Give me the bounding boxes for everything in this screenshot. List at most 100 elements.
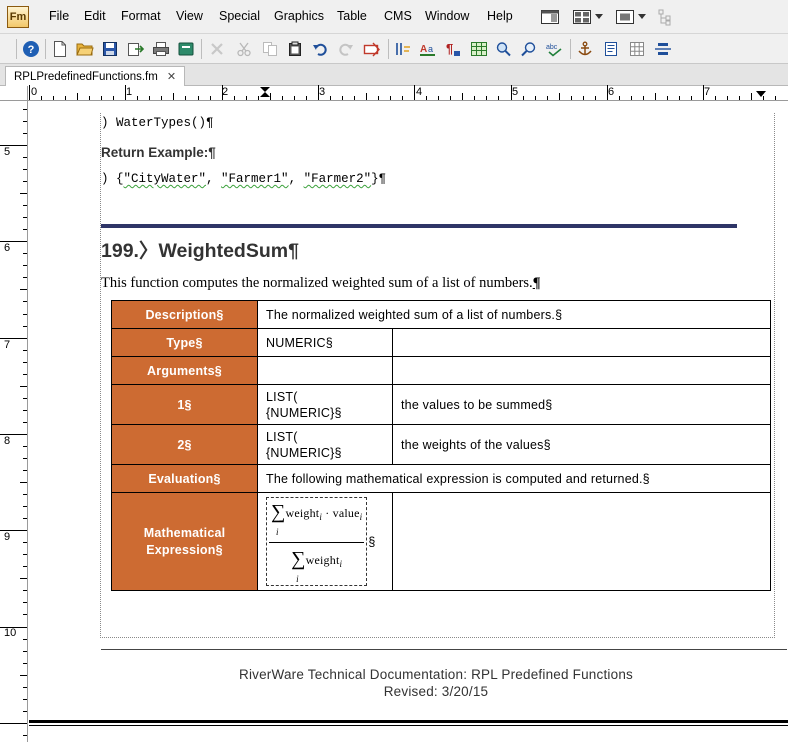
ruler-tick <box>23 301 27 303</box>
screen-mode-button[interactable] <box>615 7 646 27</box>
open-button[interactable] <box>76 40 94 58</box>
export-button[interactable] <box>127 40 145 58</box>
insert-table-button[interactable] <box>470 40 488 58</box>
redo-button[interactable] <box>337 40 355 58</box>
ruler-number: 4 <box>416 86 423 98</box>
print-button[interactable] <box>152 40 170 58</box>
spell-check-icon: abc <box>546 44 562 57</box>
character-format-button[interactable]: Aa <box>419 40 437 58</box>
toolbar-separator <box>388 39 389 59</box>
ruler-tick <box>23 120 27 122</box>
horizontal-ruler[interactable]: 0 1 2 3 4 5 6 7 <box>28 85 788 101</box>
ruler-tick <box>23 734 27 736</box>
cut-button[interactable] <box>235 40 253 58</box>
arg1-type-line: LIST( <box>266 389 298 404</box>
ruler-tick <box>23 157 27 159</box>
table-row: 2§ LIST({NUMERIC}§ the weights of the va… <box>111 424 771 465</box>
copy-button[interactable] <box>261 40 279 58</box>
arguments-empty-cell[interactable] <box>257 356 393 385</box>
ruler-tick <box>23 457 27 459</box>
ruler-tick <box>23 361 27 363</box>
text-cursor[interactable]: ¶ <box>533 275 541 291</box>
save-button[interactable] <box>101 40 119 58</box>
ruler-tick <box>125 85 127 100</box>
ruler-tick <box>89 96 91 100</box>
ruler-number: 10 <box>4 627 17 639</box>
ruler-tick <box>173 93 175 100</box>
arg2-type-line: {NUMERIC}§ <box>266 445 342 460</box>
math-equation[interactable]: ∑ i weighti · valuei ∑ i weighti <box>266 497 368 586</box>
ruler-tick <box>691 96 693 100</box>
menu-special[interactable]: Special <box>219 9 260 23</box>
right-indent-marker-icon[interactable] <box>755 90 767 98</box>
return-example-label: Return Example:¶ <box>101 145 216 160</box>
document-tab[interactable]: RPLPredefinedFunctions.fm ✕ <box>5 66 186 86</box>
arguments-empty-cell[interactable] <box>392 356 771 385</box>
ruler-tick <box>341 96 343 100</box>
footer-title: RiverWare Technical Documentation: RPL P… <box>239 667 633 682</box>
math-empty-cell[interactable] <box>392 492 771 591</box>
structure-view-button[interactable] <box>657 7 673 27</box>
math-denominator: ∑ i weighti <box>271 543 362 584</box>
new-document-button[interactable] <box>51 40 69 58</box>
clear-button[interactable] <box>208 40 226 58</box>
document-tab-label: RPLPredefinedFunctions.fm <box>14 70 158 83</box>
close-icon[interactable]: ✕ <box>167 70 176 83</box>
ruler-tick <box>23 662 27 664</box>
text-frame-button[interactable] <box>602 40 620 58</box>
description-value[interactable]: The normalized weighted sum of a list of… <box>257 300 771 329</box>
book-button[interactable] <box>177 40 195 58</box>
ruler-tick <box>23 217 27 219</box>
character-format-icon: Aa <box>420 44 435 56</box>
arg1-type[interactable]: LIST({NUMERIC}§ <box>257 384 393 425</box>
ruler-tick <box>462 93 464 100</box>
paragraph-designer-button[interactable]: ¶ <box>444 40 462 58</box>
evaluation-value[interactable]: The following mathematical expression is… <box>257 464 771 493</box>
find-button[interactable] <box>495 40 513 58</box>
ruler-number: 1 <box>126 86 133 98</box>
ruler-tick <box>23 566 27 568</box>
ruler-tick <box>438 96 440 100</box>
menu-help[interactable]: Help <box>487 9 513 23</box>
arg2-type[interactable]: LIST({NUMERIC}§ <box>257 424 393 465</box>
spell-check-button[interactable]: abc <box>546 40 564 58</box>
import-button[interactable] <box>363 40 381 58</box>
math-expression-cell[interactable]: ∑ i weighti · valuei ∑ i weighti § <box>257 492 393 591</box>
term-subscript: i <box>359 512 363 523</box>
paragraph-format-button[interactable] <box>394 40 412 58</box>
menu-cms[interactable]: CMS <box>384 9 412 23</box>
vertical-ruler[interactable]: 5 6 7 8 9 10 <box>0 101 28 742</box>
document-page[interactable]: ) WaterTypes()¶ Return Example:¶ ) {"Cit… <box>29 101 788 742</box>
menu-graphics[interactable]: Graphics <box>274 9 324 23</box>
undo-button[interactable] <box>311 40 329 58</box>
arg1-description[interactable]: the values to be summed§ <box>392 384 771 425</box>
arg1-type-line: {NUMERIC}§ <box>266 405 342 420</box>
type-empty-cell[interactable] <box>392 328 771 357</box>
ruler-tick <box>23 205 27 207</box>
menu-edit[interactable]: Edit <box>84 9 106 23</box>
ruler-tick <box>378 96 380 100</box>
arg2-description[interactable]: the weights of the values§ <box>392 424 771 465</box>
zoom-button[interactable] <box>520 40 538 58</box>
menu-file[interactable]: File <box>49 9 69 23</box>
ruler-tick <box>20 385 27 387</box>
menu-view[interactable]: View <box>176 9 203 23</box>
arrange-documents-button[interactable] <box>572 7 603 27</box>
paste-button[interactable] <box>286 40 304 58</box>
workspace-panel-button[interactable] <box>540 7 560 27</box>
anchored-frame-button[interactable] <box>576 40 594 58</box>
menu-format[interactable]: Format <box>121 9 161 23</box>
grid-button[interactable] <box>628 40 646 58</box>
svg-text:?: ? <box>28 44 35 56</box>
align-button[interactable] <box>654 40 672 58</box>
first-indent-marker-icon[interactable] <box>259 86 271 98</box>
menu-bar: Fm File Edit Format View Special Graphic… <box>0 0 788 34</box>
type-value[interactable]: NUMERIC§ <box>257 328 393 357</box>
menu-window[interactable]: Window <box>425 9 469 23</box>
ruler-tick <box>582 96 584 100</box>
menu-table[interactable]: Table <box>337 9 367 23</box>
help-button[interactable]: ? <box>22 40 40 58</box>
ruler-tick <box>23 698 27 700</box>
ruler-tick <box>23 313 27 315</box>
ruler-tick <box>23 181 27 183</box>
